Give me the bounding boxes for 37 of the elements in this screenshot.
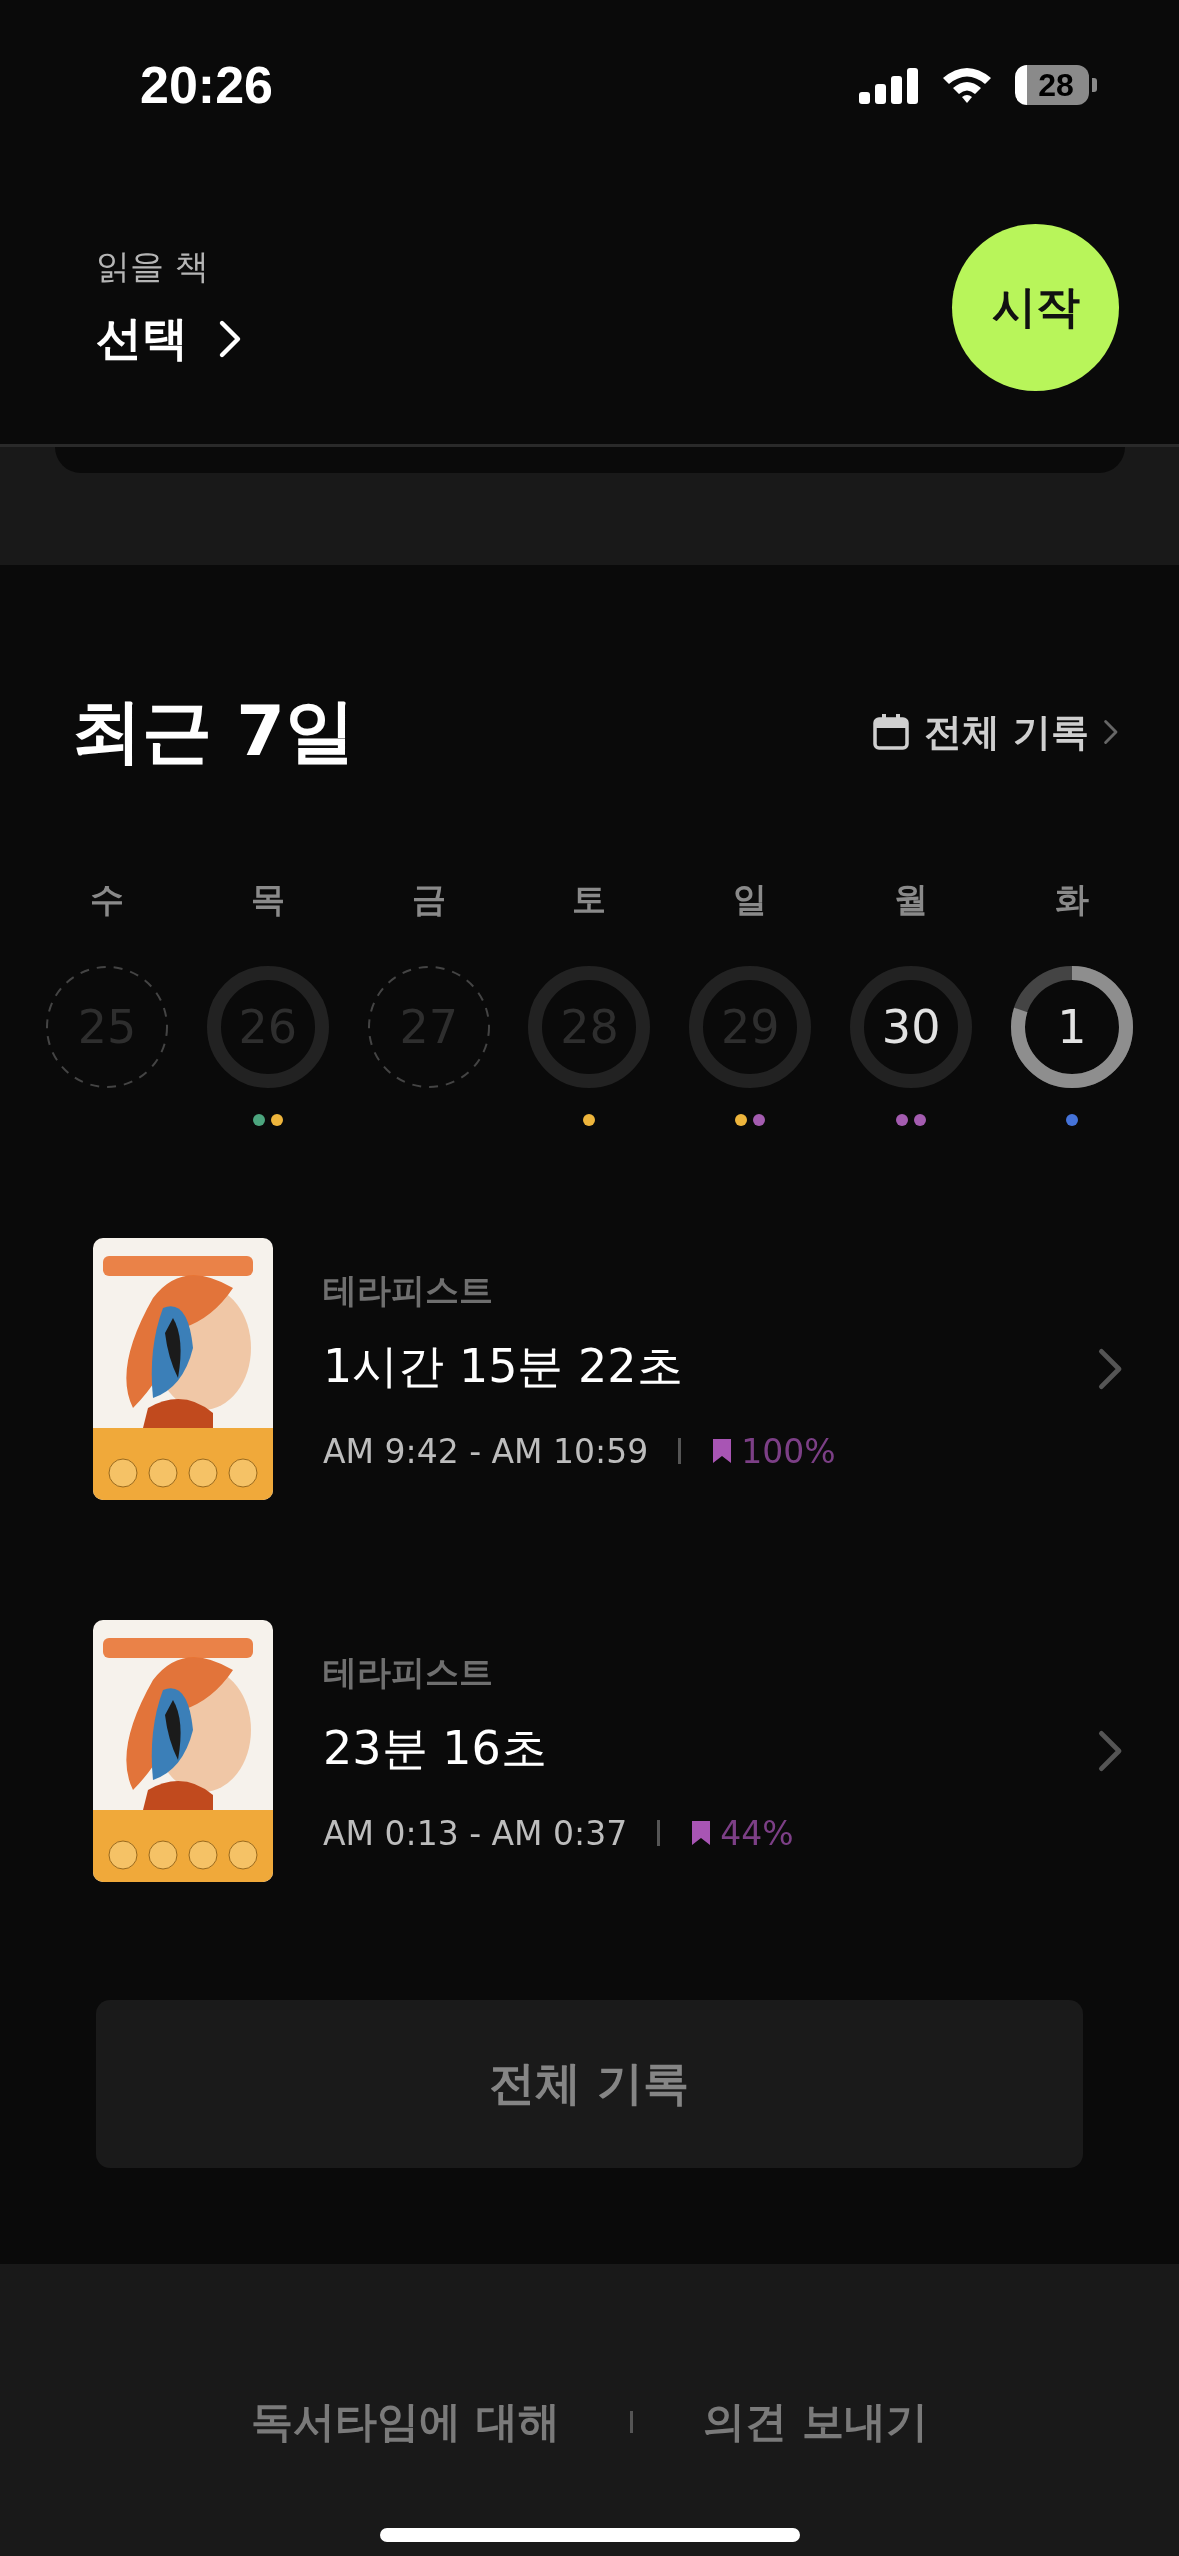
status-time: 20:26 bbox=[140, 55, 273, 115]
select-book-link[interactable]: 선택 bbox=[96, 308, 242, 370]
time-range: AM 9:42 - AM 10:59 bbox=[323, 1431, 649, 1471]
progress-percent: 100% bbox=[741, 1431, 836, 1471]
weekday-label: 목 bbox=[250, 878, 285, 921]
time-range: AM 0:13 - AM 0:37 bbox=[323, 1813, 628, 1853]
date-number: 1 bbox=[1057, 1000, 1087, 1054]
bookmark-icon bbox=[690, 1819, 713, 1847]
chevron-right-icon bbox=[1103, 719, 1119, 745]
all-records-link[interactable]: 전체 기록 bbox=[872, 706, 1119, 758]
book-title: 테라피스트 bbox=[323, 1268, 494, 1312]
calendar-icon bbox=[872, 713, 911, 751]
all-records-button[interactable]: 전체 기록 bbox=[96, 2000, 1083, 2168]
reading-duration: 23분 16초 bbox=[323, 1719, 548, 1777]
reading-duration: 1시간 15분 22초 bbox=[323, 1337, 684, 1395]
book-label: 읽을 책 bbox=[96, 245, 210, 288]
book-title: 테라피스트 bbox=[323, 1650, 494, 1694]
chevron-right-icon bbox=[1096, 1347, 1123, 1391]
date-number: 30 bbox=[881, 1000, 941, 1054]
weekday-label: 화 bbox=[1054, 878, 1089, 921]
chevron-right-icon bbox=[218, 319, 242, 359]
signal-icon bbox=[859, 66, 919, 104]
battery-tip bbox=[1092, 78, 1097, 92]
chevron-right-icon bbox=[1096, 1729, 1123, 1773]
section-title: 최근 7일 bbox=[72, 689, 356, 774]
bookmark-icon bbox=[711, 1437, 734, 1465]
progress-percent: 44% bbox=[720, 1813, 794, 1853]
battery-level: 28 bbox=[1015, 65, 1089, 105]
start-button[interactable]: 시작 bbox=[952, 223, 1119, 391]
footer-link[interactable]: 의견 보내기 bbox=[703, 2394, 928, 2450]
wifi-icon bbox=[941, 66, 993, 104]
weekday-label: 수 bbox=[90, 878, 124, 921]
weekday-label: 월 bbox=[894, 878, 929, 921]
weekday-label: 토 bbox=[572, 878, 607, 921]
weekday-label: 일 bbox=[733, 878, 768, 921]
footer-link[interactable]: 독서타임에 대해 bbox=[251, 2394, 560, 2450]
weekday-label: 금 bbox=[411, 878, 446, 921]
